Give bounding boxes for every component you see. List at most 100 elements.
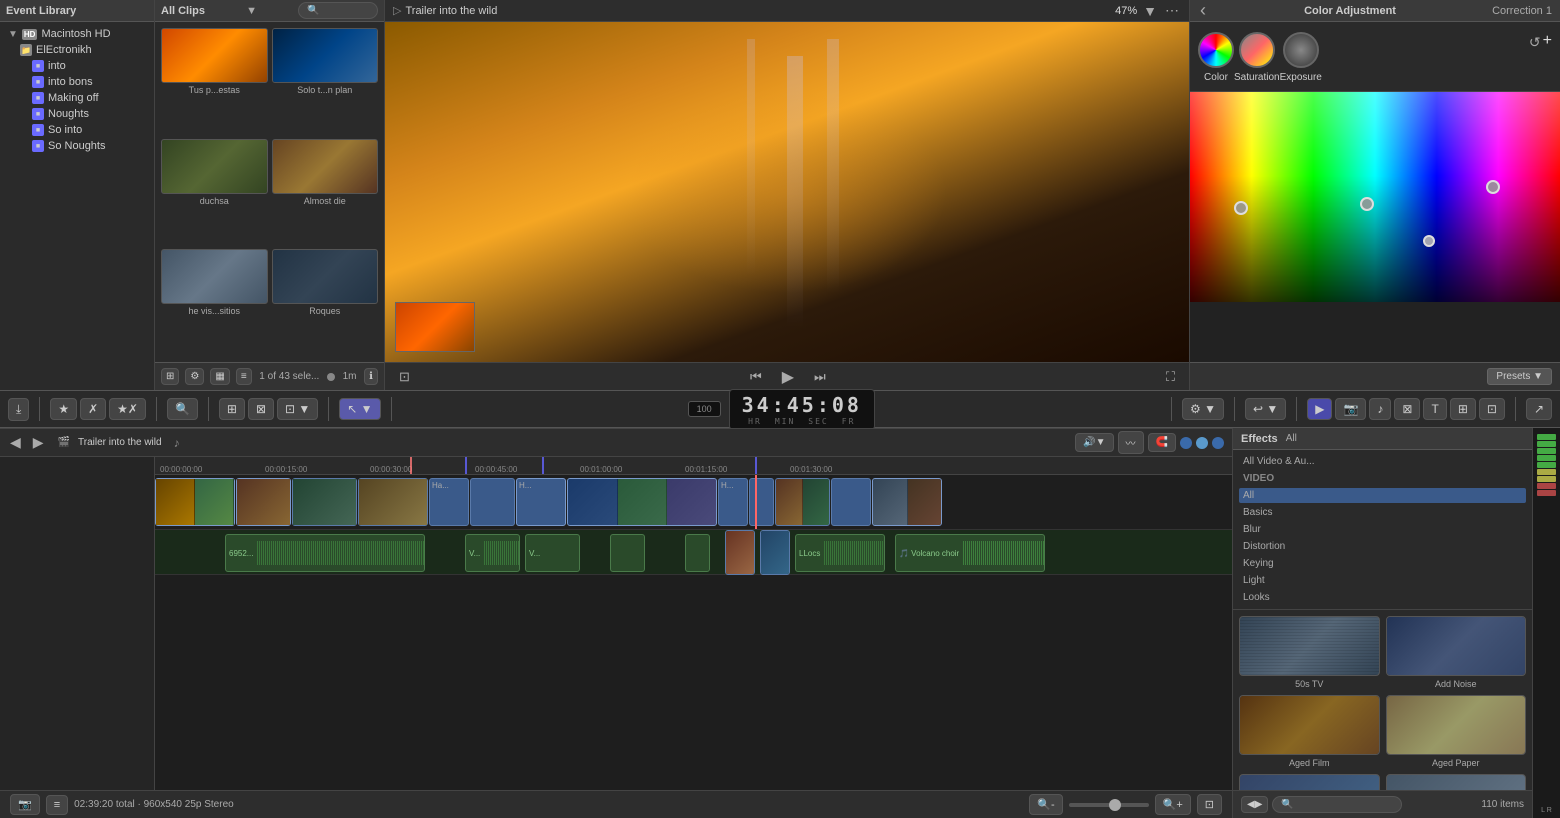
effects-cat-0[interactable]: All Video & Au... <box>1239 454 1526 469</box>
vc-10[interactable] <box>749 478 774 526</box>
search-btn[interactable]: 🔍 <box>167 398 198 420</box>
vc-3[interactable] <box>292 478 357 526</box>
presets-btn[interactable]: Presets ▼ <box>1487 368 1552 385</box>
play-btn[interactable]: ▶ <box>776 365 800 389</box>
timeline-zoom-slider[interactable] <box>1069 803 1149 807</box>
connect-btn[interactable]: ⊡ ▼ <box>277 398 318 420</box>
view-audio-btn[interactable]: ♪ <box>1369 398 1391 420</box>
library-item-noughts[interactable]: ■ Noughts <box>0 106 154 122</box>
clip-item-1[interactable]: Solo t...n plan <box>272 28 379 135</box>
next-frame-btn[interactable]: ⏭ <box>808 367 832 387</box>
color-add-btn[interactable]: + <box>1543 32 1552 50</box>
rate-down-btn[interactable]: ✗ <box>80 398 106 420</box>
timeline-next-btn[interactable]: ▶ <box>31 432 46 453</box>
import-btn[interactable]: ⤓ <box>8 398 29 421</box>
vc-12[interactable] <box>831 478 871 526</box>
vc-4[interactable] <box>358 478 428 526</box>
vc-2[interactable] <box>236 478 291 526</box>
effect-5[interactable] <box>1239 774 1380 790</box>
library-item-into[interactable]: ■ into <box>0 58 154 74</box>
effect-agedpaper[interactable]: Aged Paper <box>1386 695 1527 768</box>
append-btn[interactable]: ⊞ <box>219 398 245 420</box>
audio-clip-2[interactable]: V... <box>465 534 520 572</box>
effect-50stv[interactable]: 50s TV <box>1239 616 1380 689</box>
color-btn-exposure[interactable]: Exposure <box>1280 32 1322 83</box>
library-item-electronikn[interactable]: 📁 ElEctronikh <box>0 42 154 58</box>
library-item-so-into[interactable]: ■ So into <box>0 122 154 138</box>
view-photo-btn[interactable]: 📷 <box>1335 398 1366 420</box>
clip-settings-btn[interactable]: ⚙ <box>185 368 204 385</box>
connected-clip-2[interactable] <box>760 530 790 575</box>
effects-cat-all[interactable]: All <box>1239 488 1526 503</box>
macintosh-hd-item[interactable]: ▼ HD Macintosh HD <box>0 26 154 42</box>
audio-clip-volcano[interactable]: 🎵 Volcano choir <box>895 534 1045 572</box>
audio-clip-5[interactable] <box>685 534 710 572</box>
effect-addnoise[interactable]: Add Noise <box>1386 616 1527 689</box>
zoom-in-btn[interactable]: 🔍+ <box>1155 794 1191 815</box>
view-gen-btn[interactable]: ⊞ <box>1450 398 1476 420</box>
vc-9[interactable]: H... <box>718 478 748 526</box>
effects-cat-blur[interactable]: Blur <box>1239 522 1526 537</box>
audio-clip-4[interactable] <box>610 534 645 572</box>
zoom-dropdown-btn[interactable]: ▼ <box>1141 1 1159 21</box>
connected-clip-1[interactable] <box>725 530 755 575</box>
audio-clip-3[interactable]: V... <box>525 534 580 572</box>
view-themes-btn[interactable]: ⊡ <box>1479 398 1505 420</box>
wheel-dot-4[interactable] <box>1423 235 1435 247</box>
audio-clip-llocs[interactable]: LLocs <box>795 534 885 572</box>
transform-btn[interactable]: ⚙ ▼ <box>1182 398 1224 420</box>
effects-cat-keying[interactable]: Keying <box>1239 556 1526 571</box>
fullscreen-btn[interactable]: ⛶ <box>1160 367 1181 387</box>
effect-6[interactable] <box>1386 774 1527 790</box>
library-item-into-bons[interactable]: ■ into bons <box>0 74 154 90</box>
color-btn-color[interactable]: Color <box>1198 32 1234 83</box>
effects-cat-light[interactable]: Light <box>1239 573 1526 588</box>
rate-remove-btn[interactable]: ★✗ <box>109 398 146 420</box>
effects-preview-btn[interactable]: ◀▶ <box>1241 796 1268 813</box>
clip-item-3[interactable]: Almost die <box>272 139 379 246</box>
effect-agedfilm[interactable]: Aged Film <box>1239 695 1380 768</box>
clip-item-0[interactable]: Tus p...estas <box>161 28 268 135</box>
insert-btn[interactable]: ⊠ <box>248 398 274 420</box>
rate-up-btn[interactable]: ★ <box>50 398 77 420</box>
vc-5[interactable]: Ha... <box>429 478 469 526</box>
timeline-settings-btn[interactable]: ⊡ <box>1197 794 1222 815</box>
share-btn[interactable]: ↗ <box>1526 398 1552 420</box>
library-item-making-off[interactable]: ■ Making off <box>0 90 154 106</box>
color-reset-btn[interactable]: ↺ <box>1527 32 1543 53</box>
vc-7[interactable]: H... <box>516 478 566 526</box>
zoom-out-btn[interactable]: 🔍- <box>1029 794 1062 815</box>
vc-6[interactable] <box>470 478 515 526</box>
clip-item-5[interactable]: Roques <box>272 249 379 356</box>
timeline-prev-btn[interactable]: ◀ <box>8 432 23 453</box>
timeline-audio-btn[interactable]: 🔊▼ <box>1075 433 1113 452</box>
clip-grid-btn[interactable]: ⊞ <box>161 368 179 385</box>
timeline-main[interactable]: 00:00:00:00 00:00:15:00 00:00:30:00 00:0… <box>155 457 1232 790</box>
view-title-btn[interactable]: T <box>1423 398 1446 420</box>
effects-search-input[interactable] <box>1272 796 1402 813</box>
clip-view-btn1[interactable]: ▦ <box>210 368 229 385</box>
clip-item-4[interactable]: he vis...sitios <box>161 249 268 356</box>
vc-last[interactable] <box>872 478 942 526</box>
color-wheel-area[interactable] <box>1190 92 1560 362</box>
clip-info-btn[interactable]: ℹ <box>364 368 378 385</box>
timeline-viewer-btn[interactable]: 📷 <box>10 794 40 815</box>
preview-crop-btn[interactable]: ⊡ <box>393 367 416 387</box>
clip-view-btn2[interactable]: ≡ <box>236 368 252 385</box>
clips-dropdown-icon[interactable]: ▼ <box>246 5 257 17</box>
audio-clip-1[interactable]: 6952... <box>225 534 425 572</box>
view-video-btn[interactable]: ▶ <box>1307 398 1332 420</box>
timeline-snap-btn[interactable]: 🧲 <box>1148 433 1176 452</box>
clip-item-2[interactable]: duchsa <box>161 139 268 246</box>
effects-cat-looks[interactable]: Looks <box>1239 590 1526 605</box>
undo-btn[interactable]: ↩ ▼ <box>1245 398 1286 420</box>
clips-search-input[interactable] <box>298 2 378 19</box>
timeline-wave-btn[interactable]: 〰 <box>1118 431 1144 454</box>
vc-8[interactable] <box>567 478 717 526</box>
timeline-list-btn[interactable]: ≡ <box>46 795 68 815</box>
color-btn-saturation[interactable]: Saturation <box>1234 32 1280 83</box>
color-back-btn[interactable]: ‹ <box>1198 0 1208 23</box>
effects-cat-basics[interactable]: Basics <box>1239 505 1526 520</box>
prev-frame-btn[interactable]: ⏮ <box>744 367 768 387</box>
preview-options-btn[interactable]: ⋯ <box>1163 0 1181 21</box>
